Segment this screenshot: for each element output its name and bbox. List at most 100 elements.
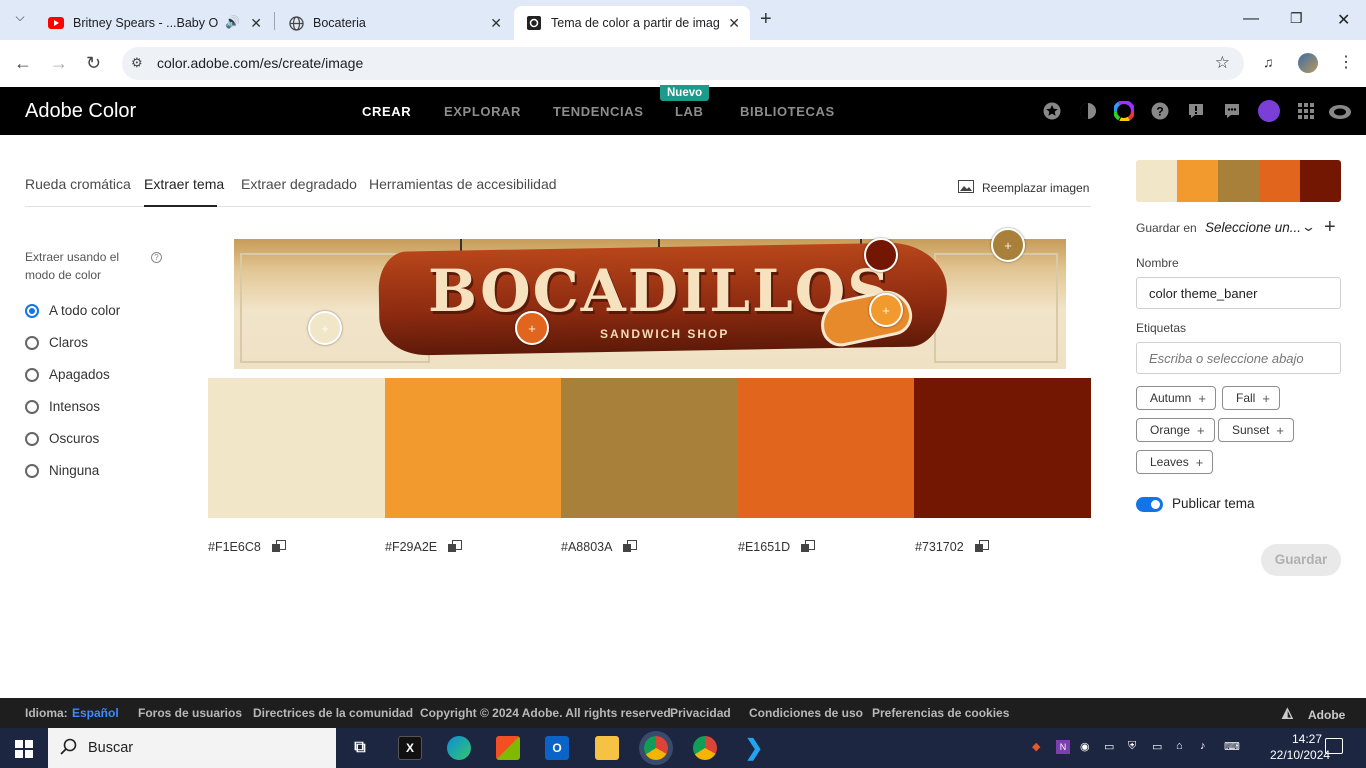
network-icon[interactable]: ⌂ (1176, 740, 1190, 754)
tag-orange[interactable]: Orange + (1136, 418, 1215, 442)
tag-fall[interactable]: Fall + (1222, 386, 1280, 410)
nav-lab[interactable]: LAB (675, 104, 704, 119)
info-icon[interactable]: ? (151, 252, 162, 263)
copy-icon[interactable] (271, 540, 286, 554)
language-link[interactable]: Español (72, 706, 119, 720)
footer-link-forums[interactable]: Foros de usuarios (138, 706, 242, 720)
replace-image-button[interactable]: Reemplazar imagen (958, 180, 1089, 196)
footer-link-privacy[interactable]: Privacidad (670, 706, 731, 720)
language-tray-icon[interactable]: ⌨ (1224, 740, 1240, 754)
copy-icon[interactable] (623, 540, 638, 554)
new-tab-button[interactable]: + (760, 8, 772, 31)
creative-cloud-icon[interactable] (1328, 101, 1352, 121)
apps-grid-icon[interactable] (1296, 101, 1316, 121)
brand-logo[interactable]: Adobe Color (25, 100, 136, 123)
name-input[interactable]: color theme_baner (1136, 277, 1341, 309)
nav-tendencias[interactable]: TENDENCIAS (553, 104, 644, 119)
tab-list-dropdown[interactable]: ⌵ (11, 10, 29, 28)
tray-app-icon[interactable]: ◆ (1032, 740, 1046, 754)
browser-menu-icon[interactable]: ⋮ (1338, 52, 1354, 72)
profile-avatar[interactable] (1298, 53, 1318, 73)
publish-toggle[interactable] (1136, 497, 1163, 512)
swatch[interactable] (914, 378, 1091, 518)
reload-icon[interactable]: ↻ (86, 53, 101, 74)
edge-icon[interactable] (447, 736, 471, 760)
media-control-icon[interactable]: ♫ (1263, 54, 1274, 70)
color-picker-handle[interactable]: + (991, 228, 1025, 262)
radio-oscuros[interactable]: Oscuros (25, 431, 99, 446)
color-picker-handle[interactable]: + (515, 311, 549, 345)
store-icon[interactable] (496, 736, 520, 760)
favorites-star-icon[interactable] (1042, 101, 1062, 121)
help-icon[interactable]: ? (1150, 101, 1170, 121)
back-icon[interactable]: ← (14, 53, 32, 74)
feedback-icon[interactable] (1186, 101, 1206, 121)
close-tab-icon[interactable]: ✕ (250, 15, 262, 32)
swatch[interactable] (384, 378, 562, 518)
hex-value[interactable]: #731702 (915, 540, 964, 554)
taskbar-search[interactable]: Buscar (48, 728, 336, 768)
color-picker-handle[interactable] (864, 238, 898, 272)
browser-tab-youtube[interactable]: Britney Spears - ...Baby One More Time 🔊… (36, 6, 272, 40)
hex-value[interactable]: #F1E6C8 (208, 540, 261, 554)
chrome-active-icon[interactable] (644, 736, 668, 760)
tag-autumn[interactable]: Autumn + (1136, 386, 1216, 410)
chrome-icon[interactable] (693, 736, 717, 760)
copy-icon[interactable] (448, 540, 463, 554)
close-window-icon[interactable]: ✕ (1337, 10, 1350, 30)
tags-input[interactable]: Escriba o seleccione abajo (1136, 342, 1341, 374)
radio-claros[interactable]: Claros (25, 335, 88, 350)
site-settings-icon[interactable]: ⚙ (131, 55, 143, 71)
color-picker-handle[interactable]: + (869, 293, 903, 327)
hex-value[interactable]: #E1651D (738, 540, 790, 554)
tab-accesibilidad[interactable]: Herramientas de accesibilidad (369, 176, 557, 192)
swatch[interactable] (737, 378, 915, 518)
copy-icon[interactable] (974, 540, 989, 554)
volume-icon[interactable]: ♪ (1200, 740, 1214, 754)
hex-value[interactable]: #F29A2E (385, 540, 437, 554)
restore-icon[interactable]: ❐ (1290, 10, 1303, 27)
close-tab-icon[interactable]: ✕ (728, 15, 740, 32)
swatch[interactable] (208, 378, 385, 518)
save-button[interactable]: Guardar (1261, 544, 1341, 576)
radio-ninguna[interactable]: Ninguna (25, 463, 99, 478)
user-avatar[interactable] (1258, 100, 1280, 122)
task-view-icon[interactable]: ⧉ (348, 736, 372, 760)
browser-tab-adobe-color[interactable]: Tema de color a partir de imagen ✕ (514, 6, 750, 40)
address-bar[interactable]: ⚙ color.adobe.com/es/create/image ☆ (122, 47, 1244, 80)
x-app-icon[interactable]: X (398, 736, 422, 760)
onenote-icon[interactable]: N (1056, 740, 1070, 754)
theme-toggle-icon[interactable] (1078, 101, 1098, 121)
minimize-icon[interactable]: — (1243, 10, 1259, 28)
forward-icon[interactable]: → (50, 53, 68, 74)
radio-a-todo-color[interactable]: A todo color (25, 303, 120, 318)
taskbar-clock[interactable]: 14:27 22/10/2024 (1270, 731, 1330, 763)
browser-tab-bocateria[interactable]: Bocateria ✕ (276, 6, 512, 40)
footer-link-guidelines[interactable]: Directrices de la comunidad (253, 706, 413, 720)
tab-extraer-tema[interactable]: Extraer tema (144, 176, 224, 192)
notifications-icon[interactable] (1325, 738, 1343, 754)
nav-crear[interactable]: CREAR (362, 104, 411, 119)
swatch[interactable] (561, 378, 738, 518)
library-select[interactable]: Seleccione un... (1205, 220, 1301, 235)
battery-icon[interactable]: ▭ (1152, 740, 1166, 754)
tag-sunset[interactable]: Sunset + (1218, 418, 1294, 442)
defender-icon[interactable]: ⛨ (1128, 740, 1142, 754)
chat-icon[interactable] (1222, 101, 1242, 121)
bookmark-star-icon[interactable]: ☆ (1215, 53, 1230, 73)
tray-display-icon[interactable]: ▭ (1104, 740, 1118, 754)
outlook-icon[interactable]: O (545, 736, 569, 760)
windows-start-icon[interactable] (15, 740, 33, 763)
color-wheel-icon[interactable] (1114, 101, 1134, 121)
footer-link-terms[interactable]: Condiciones de uso (749, 706, 863, 720)
color-picker-handle[interactable]: + (308, 311, 342, 345)
radio-apagados[interactable]: Apagados (25, 367, 110, 382)
tab-extraer-degradado[interactable]: Extraer degradado (241, 176, 357, 192)
copy-icon[interactable] (801, 540, 816, 554)
nav-bibliotecas[interactable]: BIBLIOTECAS (740, 104, 835, 119)
vscode-icon[interactable]: ❯ (742, 735, 766, 760)
tag-leaves[interactable]: Leaves + (1136, 450, 1214, 474)
tab-rueda-cromatica[interactable]: Rueda cromática (25, 176, 131, 192)
chevron-down-icon[interactable]: ⌄ (1301, 219, 1316, 235)
speaker-icon[interactable]: 🔊 (225, 15, 240, 29)
